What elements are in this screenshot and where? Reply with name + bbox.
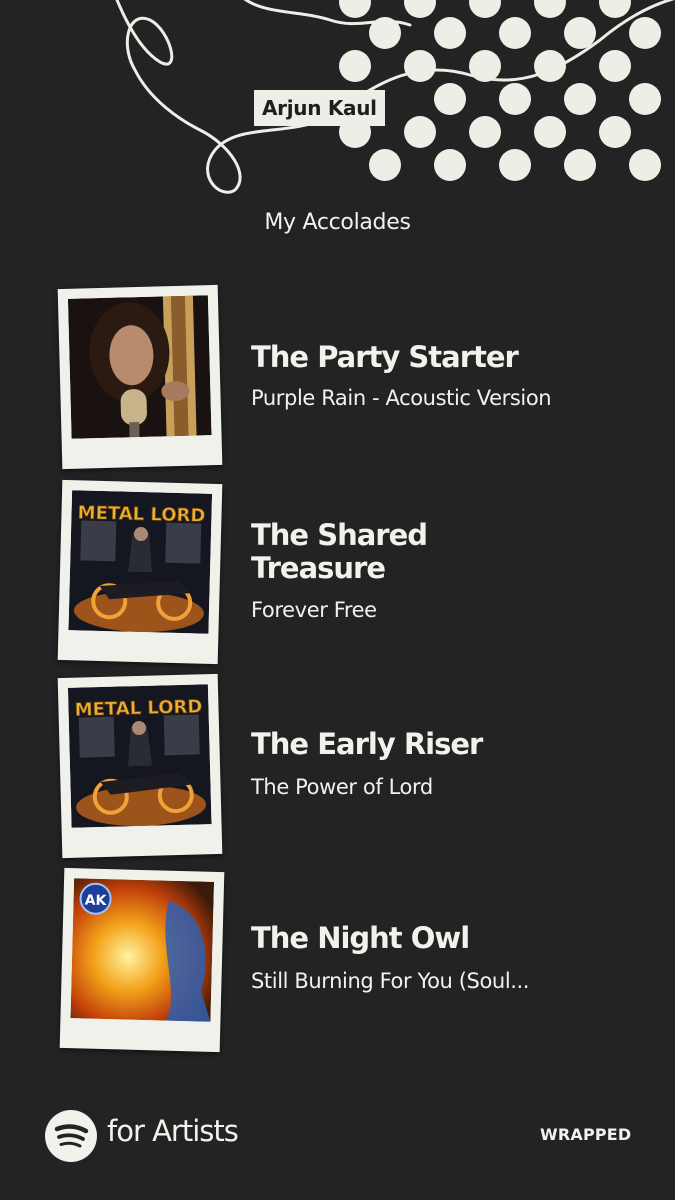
ak-logo-text: AK (84, 892, 107, 909)
album-cover-polaroid: METAL LORD (57, 479, 223, 665)
spotify-logo-icon (45, 1110, 97, 1162)
for-artists-brand: for Artists (107, 1114, 239, 1148)
section-title: My Accolades (264, 210, 411, 235)
accolade-title: The Early Riser (251, 727, 483, 761)
accolade-title: The Party Starter (251, 340, 519, 374)
accolade-song: The Power of Lord (251, 775, 433, 799)
accolade-title: The Shared Treasure (251, 518, 428, 585)
metal-lord-cover-icon: METAL LORD (68, 490, 213, 634)
album-cover-polaroid: METAL LORD (57, 673, 223, 859)
accolade-song: Forever Free (251, 598, 377, 622)
artist-name-tag: Arjun Kaul (254, 90, 385, 126)
accolade-song: Still Burning For You (Soul... (251, 969, 530, 993)
accolade-title: The Night Owl (251, 921, 470, 955)
accolade-song: Purple Rain - Acoustic Version (251, 386, 552, 410)
album-cover-polaroid (57, 284, 223, 470)
fire-cover-icon: AK (70, 878, 215, 1022)
artist-portrait-icon (67, 295, 212, 439)
metal-lord-cover-icon: METAL LORD (67, 684, 212, 828)
metal-lord-logo-text: METAL LORD (74, 696, 202, 720)
metal-lord-logo-text: METAL LORD (77, 502, 205, 526)
album-cover-polaroid: AK (59, 867, 225, 1053)
wrapped-tag: WRAPPED (540, 1125, 632, 1144)
